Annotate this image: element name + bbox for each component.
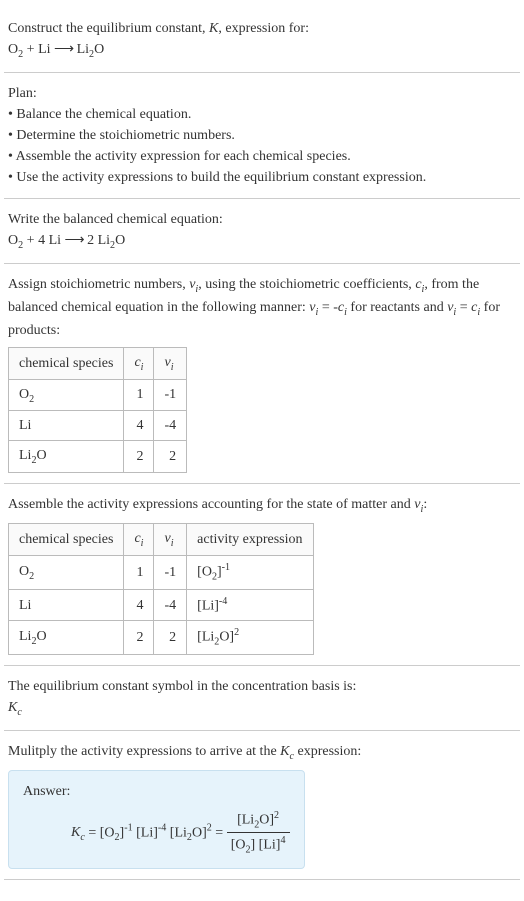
cell-species: Li2O xyxy=(9,621,124,655)
col-ci: ci xyxy=(124,347,154,379)
intro-section: Construct the equilibrium constant, K, e… xyxy=(4,8,520,73)
balanced-section: Write the balanced chemical equation: O2… xyxy=(4,199,520,264)
cell-expr: [Li2O]2 xyxy=(187,621,313,655)
col-ci: ci xyxy=(124,524,154,556)
table-row: Li2O 2 2 xyxy=(9,441,187,473)
table-row: O2 1 -1 [O2]-1 xyxy=(9,556,314,590)
cell-species: O2 xyxy=(9,379,124,411)
col-species: chemical species xyxy=(9,347,124,379)
cell-species: Li xyxy=(9,411,124,441)
cell-nu: -4 xyxy=(154,589,187,621)
symbol-section: The equilibrium constant symbol in the c… xyxy=(4,666,520,731)
table-row: Li 4 -4 xyxy=(9,411,187,441)
cell-c: 2 xyxy=(124,621,154,655)
cell-nu: -1 xyxy=(154,379,187,411)
symbol-heading: The equilibrium constant symbol in the c… xyxy=(8,676,516,697)
symbol-value: Kc xyxy=(8,697,516,720)
activity-section: Assemble the activity expressions accoun… xyxy=(4,484,520,666)
table-row: Li2O 2 2 [Li2O]2 xyxy=(9,621,314,655)
answer-label: Answer: xyxy=(23,781,290,802)
col-nui: νi xyxy=(154,347,187,379)
col-species: chemical species xyxy=(9,524,124,556)
cell-expr: [O2]-1 xyxy=(187,556,313,590)
cell-c: 1 xyxy=(124,556,154,590)
cell-nu: -1 xyxy=(154,556,187,590)
stoich-section: Assign stoichiometric numbers, νi, using… xyxy=(4,264,520,485)
plan-heading: Plan: xyxy=(8,83,516,104)
cell-species: Li2O xyxy=(9,441,124,473)
cell-c: 4 xyxy=(124,589,154,621)
stoich-table: chemical species ci νi O2 1 -1 Li 4 -4 L… xyxy=(8,347,187,474)
cell-c: 4 xyxy=(124,411,154,441)
plan-item: • Determine the stoichiometric numbers. xyxy=(8,125,516,146)
answer-expression: Kc = [O2]-1 [Li]-4 [Li2O]2 = [Li2O]2 [O2… xyxy=(71,808,290,858)
balanced-equation: O2 + 4 Li ⟶ 2 Li2O xyxy=(8,230,516,253)
table-header-row: chemical species ci νi activity expressi… xyxy=(9,524,314,556)
multiply-section: Mulitply the activity expressions to arr… xyxy=(4,731,520,880)
stoich-heading: Assign stoichiometric numbers, νi, using… xyxy=(8,274,516,341)
cell-species: O2 xyxy=(9,556,124,590)
intro-equation: O2 + Li ⟶ Li2O xyxy=(8,39,516,62)
table-row: Li 4 -4 [Li]-4 xyxy=(9,589,314,621)
cell-expr: [Li]-4 xyxy=(187,589,313,621)
multiply-heading: Mulitply the activity expressions to arr… xyxy=(8,741,516,764)
intro-heading: Construct the equilibrium constant, K, e… xyxy=(8,18,516,39)
plan-section: Plan: • Balance the chemical equation. •… xyxy=(4,73,520,199)
answer-box: Answer: Kc = [O2]-1 [Li]-4 [Li2O]2 = [Li… xyxy=(8,770,305,869)
plan-item: • Assemble the activity expression for e… xyxy=(8,146,516,167)
intro-heading-text: Construct the equilibrium constant, K, e… xyxy=(8,21,309,36)
col-nui: νi xyxy=(154,524,187,556)
table-row: O2 1 -1 xyxy=(9,379,187,411)
balanced-heading: Write the balanced chemical equation: xyxy=(8,209,516,230)
activity-table: chemical species ci νi activity expressi… xyxy=(8,523,314,655)
cell-c: 1 xyxy=(124,379,154,411)
table-header-row: chemical species ci νi xyxy=(9,347,187,379)
plan-item: • Use the activity expressions to build … xyxy=(8,167,516,188)
activity-heading: Assemble the activity expressions accoun… xyxy=(8,494,516,517)
plan-item: • Balance the chemical equation. xyxy=(8,104,516,125)
cell-nu: 2 xyxy=(154,441,187,473)
cell-c: 2 xyxy=(124,441,154,473)
cell-species: Li xyxy=(9,589,124,621)
cell-nu: 2 xyxy=(154,621,187,655)
cell-nu: -4 xyxy=(154,411,187,441)
col-expr: activity expression xyxy=(187,524,313,556)
